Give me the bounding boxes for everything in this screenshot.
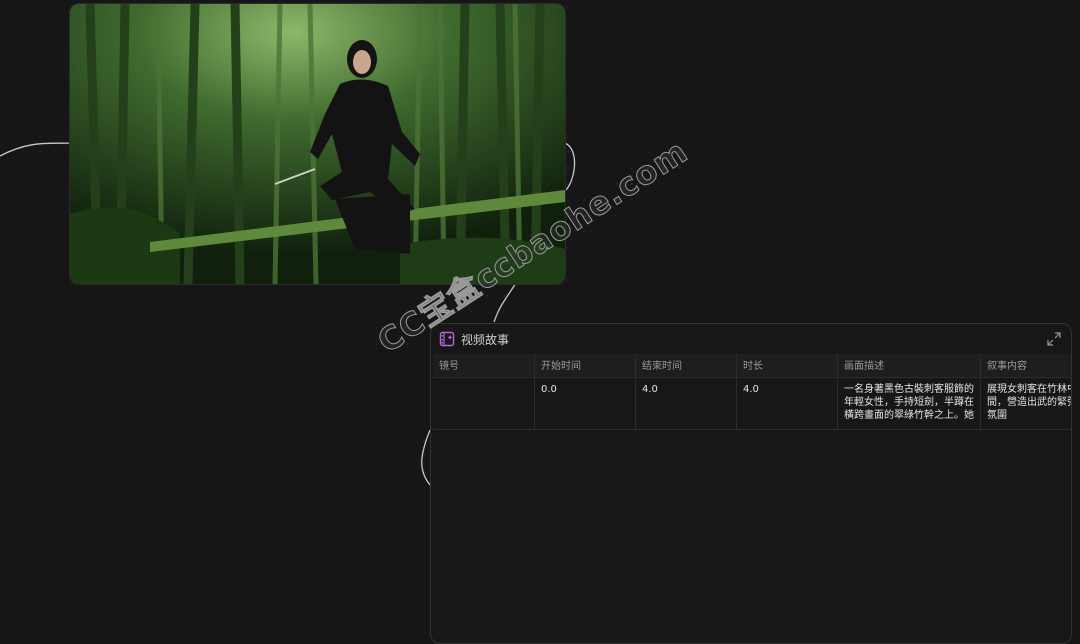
node-title: 视频故事	[461, 332, 510, 347]
node-header: 视频故事	[431, 324, 1071, 354]
cell-end[interactable]: 4.0	[636, 378, 737, 430]
video-story-node[interactable]: 视频故事 镜号 开始时间 结束时间 时长 画面描述 叙事内容 0.0 4.0 4…	[430, 323, 1072, 644]
column-header-duration[interactable]: 时长	[737, 354, 838, 378]
column-header-end[interactable]: 结束时间	[636, 354, 737, 378]
table-header-row: 镜号 开始时间 结束时间 时长 画面描述 叙事内容	[433, 354, 1071, 378]
column-header-description[interactable]: 画面描述	[838, 354, 981, 378]
cell-start[interactable]: 0.0	[535, 378, 636, 430]
cell-duration[interactable]: 4.0	[737, 378, 838, 430]
expand-icon[interactable]	[1047, 332, 1061, 346]
cell-narrative[interactable]: 展現女刺客在竹林中峙的瞬間，營造出武的緊張感與俠義氛圍	[981, 378, 1071, 430]
table-row[interactable]: 0.0 4.0 4.0 一名身著黑色古裝刺客服飾的年輕女性，手持短劍，半蹲在橫跨…	[433, 378, 1071, 430]
story-table: 镜号 开始时间 结束时间 时长 画面描述 叙事内容 0.0 4.0 4.0 一名…	[433, 354, 1071, 430]
cell-description[interactable]: 一名身著黑色古裝刺客服飾的年輕女性，手持短劍，半蹲在橫跨畫面的翠綠竹幹之上。她	[838, 378, 981, 430]
column-header-narrative[interactable]: 叙事内容	[981, 354, 1071, 378]
column-header-shot[interactable]: 镜号	[433, 354, 535, 378]
cell-shot[interactable]	[433, 378, 535, 430]
film-icon	[439, 331, 455, 347]
column-header-start[interactable]: 开始时间	[535, 354, 636, 378]
bamboo-forest-image	[70, 4, 565, 284]
